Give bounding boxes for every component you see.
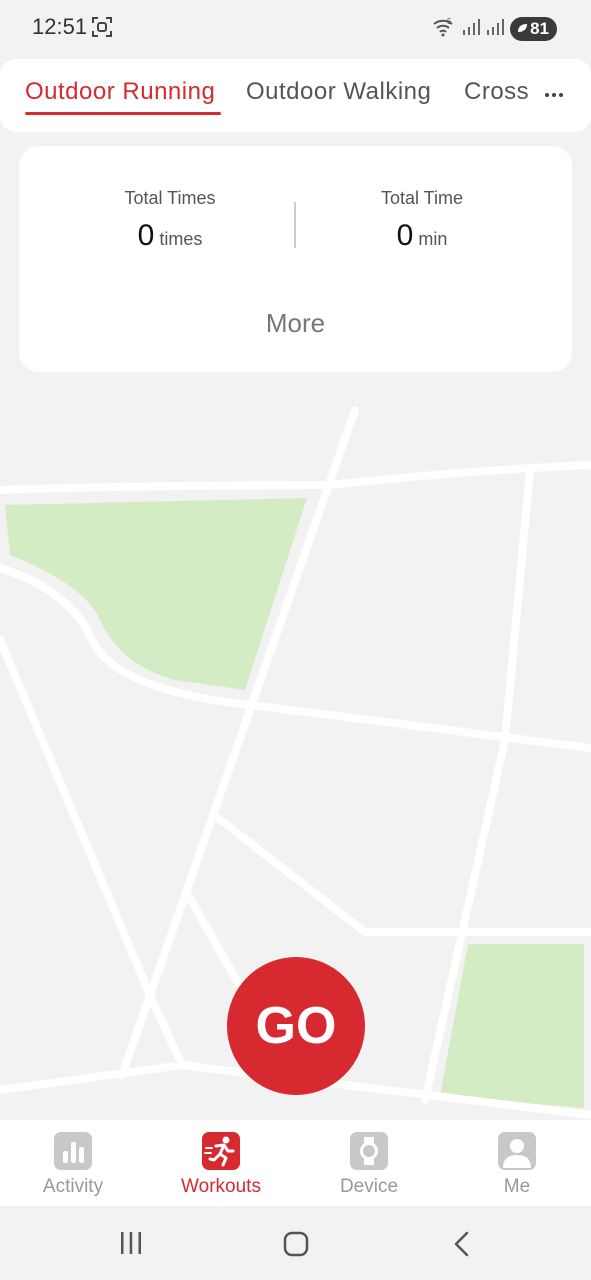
battery-saver-icon <box>516 19 528 39</box>
status-bar: 12:51 5 81 <box>0 0 591 56</box>
total-time-label: Total Time <box>380 188 464 208</box>
recents-icon[interactable] <box>118 1230 144 1261</box>
tab-outdoor-running[interactable]: Outdoor Running <box>25 78 215 106</box>
status-time: 12:51 <box>32 14 88 39</box>
tab-outdoor-walking[interactable]: Outdoor Walking <box>246 78 431 106</box>
screenshot-icon <box>91 16 113 43</box>
svg-text:5: 5 <box>447 17 452 26</box>
stats-card: Total Times 0 times Total Time 0 min Mor… <box>19 146 572 372</box>
total-times-stat: Total Times 0 times <box>70 188 270 253</box>
nav-label-me: Me <box>503 1176 531 1197</box>
signal-icon <box>486 18 505 41</box>
total-times-unit: times <box>159 229 203 249</box>
more-button[interactable]: More <box>19 308 572 339</box>
total-time-unit: min <box>418 229 448 249</box>
more-dots-icon[interactable] <box>545 93 563 97</box>
nav-label-workouts: Workouts <box>181 1176 261 1197</box>
stat-divider <box>294 202 296 248</box>
total-time-stat: Total Time 0 min <box>322 188 522 253</box>
total-time-value: 0 <box>396 219 414 252</box>
nav-label-activity: Activity <box>42 1176 104 1197</box>
watch-icon <box>350 1132 388 1170</box>
battery-indicator: 81 <box>510 17 557 41</box>
signal-icon <box>462 18 481 41</box>
go-button[interactable]: GO <box>227 957 365 1095</box>
tab-cross[interactable]: Cross <box>464 78 529 106</box>
bar-chart-icon <box>54 1132 92 1170</box>
total-times-label: Total Times <box>124 188 216 208</box>
back-icon[interactable] <box>450 1230 474 1263</box>
battery-level: 81 <box>530 19 549 38</box>
nav-label-device: Device <box>339 1176 399 1197</box>
bottom-nav: Activity Workouts Device Me <box>0 1120 591 1206</box>
home-icon[interactable] <box>282 1230 310 1263</box>
nav-item-device[interactable]: Device <box>309 1132 429 1198</box>
status-icons: 5 81 <box>432 16 557 42</box>
nav-item-me[interactable]: Me <box>457 1132 577 1198</box>
active-tab-indicator <box>25 112 221 115</box>
nav-item-activity[interactable]: Activity <box>13 1132 133 1198</box>
wifi-icon: 5 <box>432 16 456 43</box>
system-navigation-bar <box>0 1206 591 1280</box>
nav-item-workouts[interactable]: Workouts <box>161 1132 281 1198</box>
runner-icon <box>202 1132 240 1170</box>
person-icon <box>498 1132 536 1170</box>
total-times-value: 0 <box>137 219 155 252</box>
